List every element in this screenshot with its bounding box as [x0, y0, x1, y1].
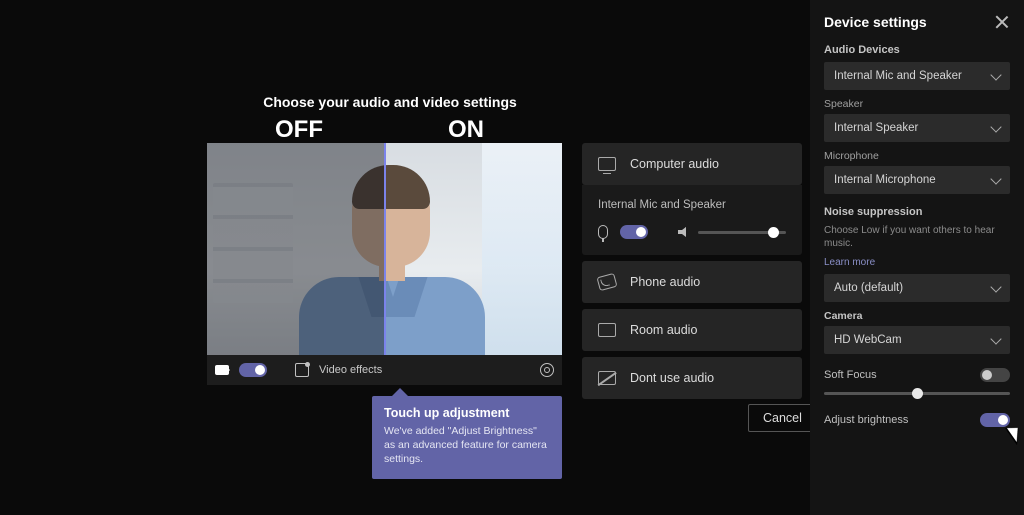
video-effects-button[interactable]: Video effects	[319, 364, 382, 376]
adjust-brightness-label: Adjust brightness	[824, 414, 908, 426]
option-computer-audio[interactable]: Computer audio	[582, 143, 802, 185]
main-area: Choose your audio and video settings OFF…	[0, 0, 810, 515]
off-overlay	[207, 143, 384, 355]
audio-devices-label: Audio Devices	[824, 44, 1010, 56]
speaker-label: Speaker	[824, 98, 1010, 110]
speaker-icon	[678, 227, 686, 237]
preview-toolbar: Video effects	[207, 355, 562, 385]
camera-toggle[interactable]	[239, 363, 267, 377]
option-label: Phone audio	[630, 275, 700, 289]
dropdown-value: Internal Speaker	[834, 122, 918, 134]
soft-focus-slider[interactable]	[824, 392, 1010, 395]
dropdown-value: HD WebCam	[834, 334, 902, 346]
option-dont-use-audio[interactable]: Dont use audio	[582, 357, 802, 399]
option-room-audio[interactable]: Room audio	[582, 309, 802, 351]
chevron-down-icon	[990, 121, 1001, 132]
dropdown-value: Internal Microphone	[834, 174, 936, 186]
device-settings-panel: Device settings Audio Devices Internal M…	[810, 0, 1024, 515]
gear-icon[interactable]	[540, 363, 554, 377]
audio-options: Computer audio Internal Mic and Speaker …	[582, 143, 802, 405]
volume-slider[interactable]	[698, 231, 786, 234]
noise-suppression-label: Noise suppression	[824, 206, 1010, 218]
video-preview	[207, 143, 562, 355]
chevron-down-icon	[990, 69, 1001, 80]
option-label: Room audio	[630, 323, 697, 337]
volume-thumb[interactable]	[768, 227, 779, 238]
off-label: OFF	[275, 116, 323, 144]
camera-icon	[215, 365, 229, 375]
option-label: Dont use audio	[630, 371, 714, 385]
learn-more-link[interactable]: Learn more	[824, 257, 875, 268]
callout-body: We've added "Adjust Brightness" as an ad…	[384, 424, 550, 467]
microphone-label: Microphone	[824, 150, 1010, 162]
soft-focus-thumb[interactable]	[912, 388, 923, 399]
phone-icon	[596, 273, 617, 291]
split-divider	[384, 143, 386, 355]
no-audio-icon	[598, 371, 616, 385]
noise-suppression-dropdown[interactable]: Auto (default)	[824, 274, 1010, 302]
on-label: ON	[448, 116, 484, 144]
chevron-down-icon	[990, 333, 1001, 344]
dropdown-value: Internal Mic and Speaker	[834, 70, 962, 82]
panel-title: Device settings	[824, 14, 927, 30]
adjust-brightness-toggle[interactable]	[980, 413, 1010, 427]
mic-speaker-title: Internal Mic and Speaker	[598, 185, 786, 211]
soft-focus-toggle[interactable]	[980, 368, 1010, 382]
dropdown-value: Auto (default)	[834, 282, 903, 294]
microphone-dropdown[interactable]: Internal Microphone	[824, 166, 1010, 194]
soft-focus-label: Soft Focus	[824, 369, 877, 381]
monitor-icon	[598, 157, 616, 171]
chevron-down-icon	[990, 281, 1001, 292]
close-icon[interactable]	[994, 14, 1010, 30]
chevron-down-icon	[990, 173, 1001, 184]
callout-title: Touch up adjustment	[384, 406, 550, 420]
mic-speaker-section: Internal Mic and Speaker	[582, 185, 802, 255]
speaker-dropdown[interactable]: Internal Speaker	[824, 114, 1010, 142]
page-title: Choose your audio and video settings	[0, 94, 780, 110]
camera-dropdown[interactable]: HD WebCam	[824, 326, 1010, 354]
microphone-toggle[interactable]	[620, 225, 648, 239]
microphone-icon	[598, 225, 608, 239]
option-phone-audio[interactable]: Phone audio	[582, 261, 802, 303]
option-label: Computer audio	[630, 157, 719, 171]
noise-hint: Choose Low if you want others to hear mu…	[824, 224, 1010, 250]
audio-devices-dropdown[interactable]: Internal Mic and Speaker	[824, 62, 1010, 90]
cancel-button[interactable]: Cancel	[748, 404, 817, 432]
touch-up-callout: Touch up adjustment We've added "Adjust …	[372, 396, 562, 479]
camera-label: Camera	[824, 310, 1010, 322]
video-effects-icon	[295, 363, 309, 377]
room-icon	[598, 323, 616, 337]
